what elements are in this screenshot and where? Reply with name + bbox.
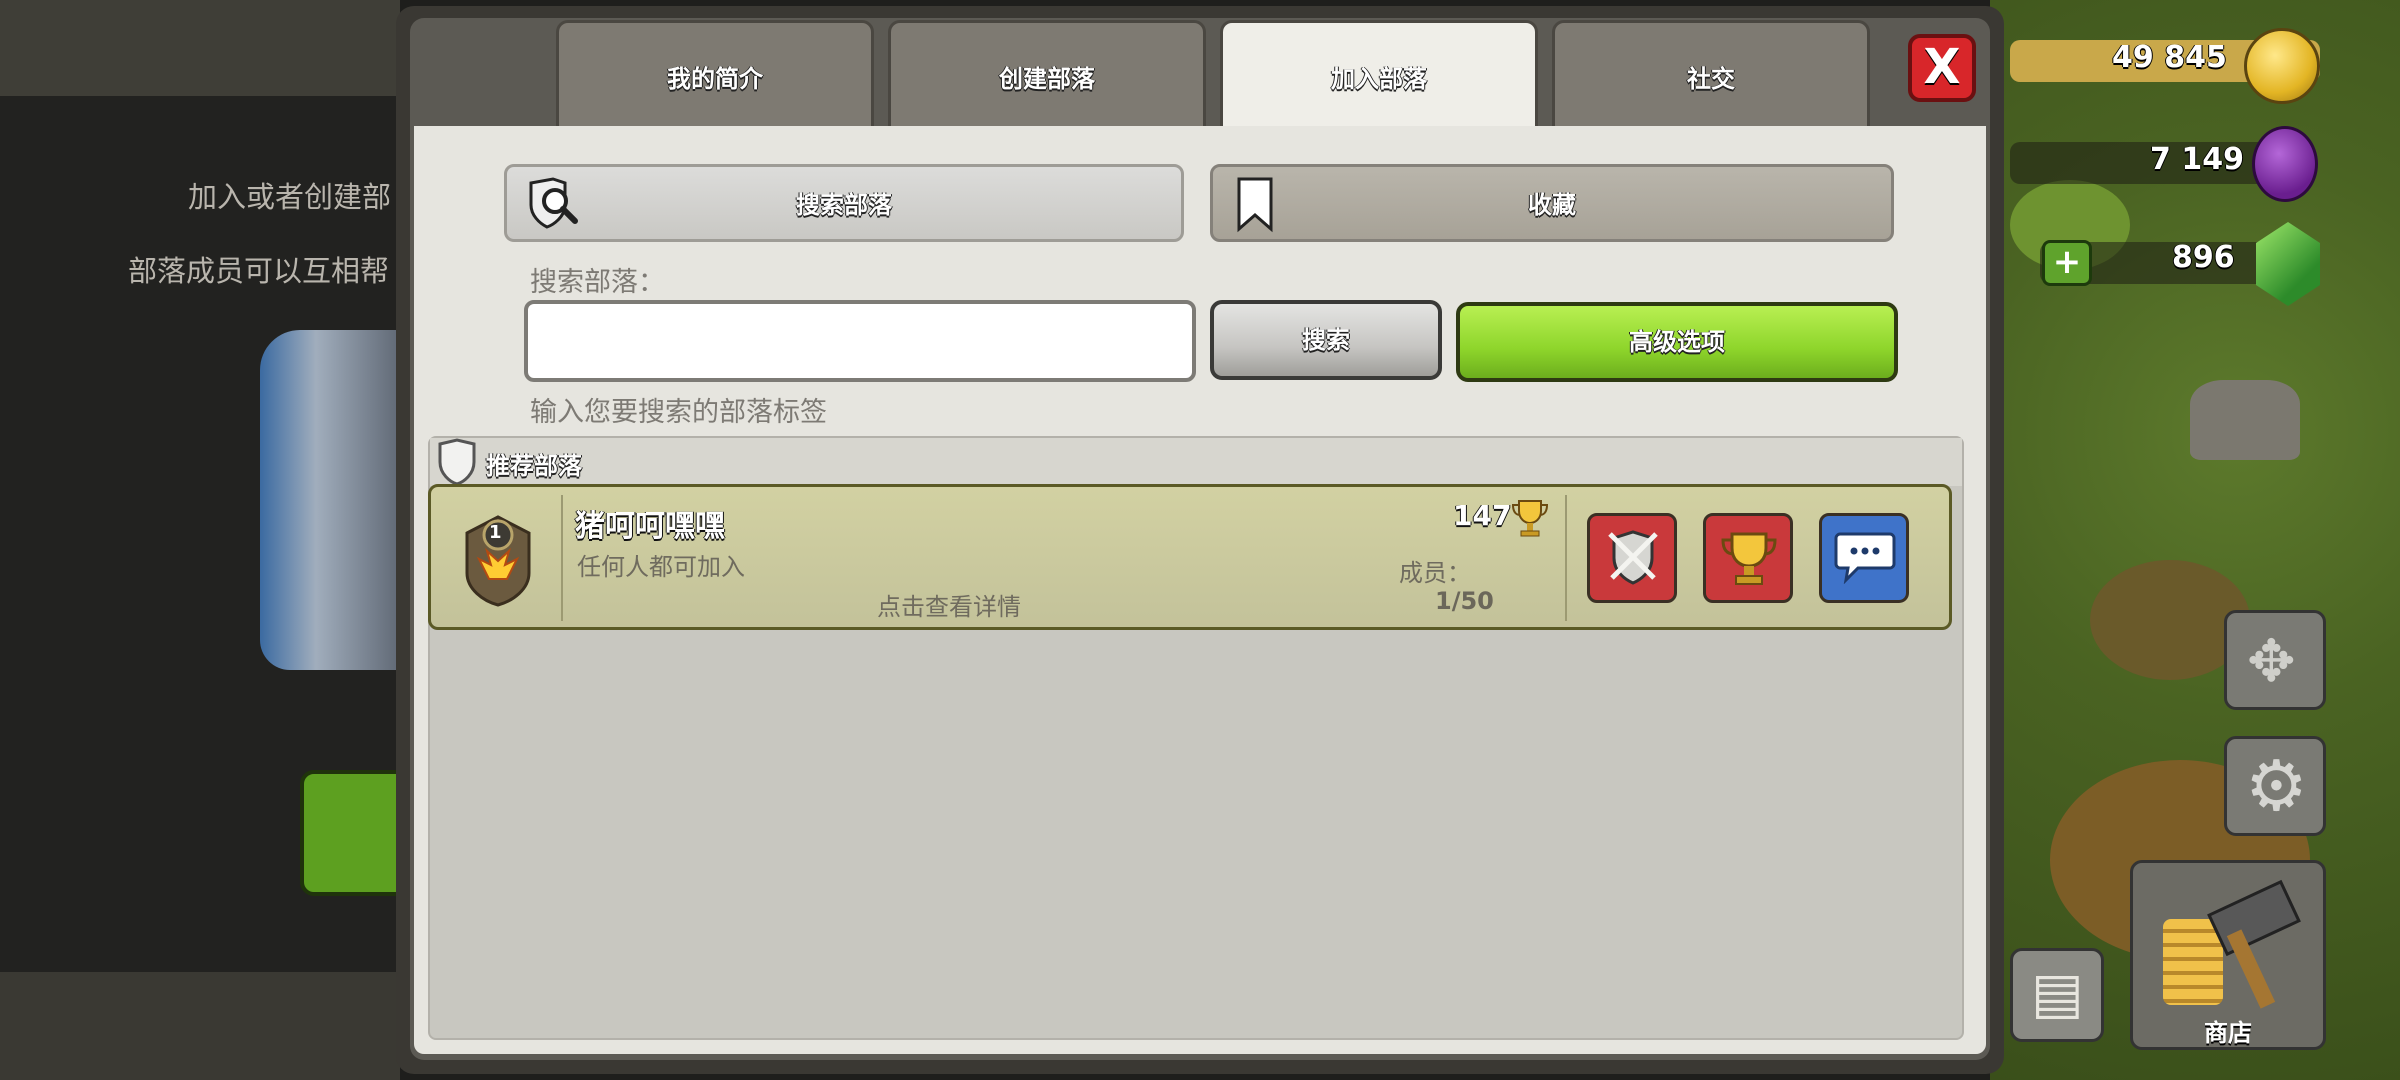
- favorites-label: 收藏: [1528, 191, 1576, 219]
- members-label: 成员：: [1399, 559, 1471, 587]
- tab-join-clan[interactable]: 加入部落: [1220, 20, 1538, 132]
- add-gems-button[interactable]: +: [2042, 240, 2092, 286]
- search-clan-label: 搜索部落: [796, 191, 892, 219]
- clan-name: 猪呵呵嘿嘿: [575, 509, 725, 544]
- hand-arrows-icon: ✥: [2247, 627, 2296, 695]
- clan-tag-input[interactable]: [524, 300, 1196, 382]
- swords-shield-icon: [1602, 526, 1664, 592]
- tab-social[interactable]: 社交: [1552, 20, 1870, 126]
- search-button[interactable]: 搜索: [1210, 300, 1442, 380]
- close-button[interactable]: X: [1908, 34, 1976, 102]
- background-panel: 加入或者创建部 部落成员可以互相帮: [0, 0, 410, 1080]
- clan-join-type: 任何人都可加入: [577, 553, 745, 581]
- search-clan-button[interactable]: 搜索部落: [504, 164, 1184, 242]
- shop-label: 商店: [2204, 1019, 2252, 1047]
- tab-my-profile[interactable]: 我的简介: [556, 20, 874, 126]
- chat-button[interactable]: [1819, 513, 1909, 603]
- advanced-options-button[interactable]: 高级选项: [1456, 302, 1898, 382]
- clan-castle-image: [260, 330, 400, 670]
- gems-amount: 896: [2172, 240, 2235, 275]
- members-count: 1/50: [1435, 587, 1494, 615]
- move-buildings-button[interactable]: ✥: [2224, 610, 2326, 710]
- league-button[interactable]: [1703, 513, 1793, 603]
- clan-badge-icon: 1: [459, 507, 537, 607]
- shop-button[interactable]: 商店: [2130, 860, 2326, 1050]
- gear-icon: ⚙: [2245, 745, 2308, 827]
- settings-button[interactable]: ⚙: [2224, 736, 2326, 836]
- clan-row[interactable]: 1 猪呵呵嘿嘿 任何人都可加入 点击查看详情 147 成员： 1/50: [428, 484, 1952, 630]
- trophy-icon: [1511, 497, 1549, 539]
- tab-create-clan[interactable]: 创建部落: [888, 20, 1206, 126]
- favorites-button[interactable]: 收藏: [1210, 164, 1894, 242]
- row-divider-right: [1565, 495, 1567, 621]
- clan-notes-button[interactable]: ▤: [2010, 948, 2104, 1042]
- clan-level: 1: [489, 522, 502, 543]
- hammer-coins-icon: [2163, 879, 2301, 1009]
- background-text-1: 加入或者创建部: [188, 180, 392, 214]
- chat-bubble-icon: [1834, 530, 1896, 588]
- search-field-label: 搜索部落：: [530, 267, 665, 298]
- background-green-button: [300, 770, 410, 896]
- background-text-2: 部落成员可以互相帮: [128, 254, 390, 288]
- gold-amount: 49 845: [2112, 40, 2227, 75]
- shield-icon: [436, 438, 478, 486]
- search-shield-icon: [525, 175, 581, 231]
- search-hint-text: 输入您要搜索的部落标签: [530, 397, 827, 428]
- elixir-drop-icon: [2252, 126, 2318, 202]
- bookmark-icon: [1235, 177, 1275, 233]
- recommended-header-label: 推荐部落: [486, 452, 582, 480]
- elixir-amount: 7 149: [2150, 142, 2244, 177]
- clan-trophies: 147: [1453, 499, 1512, 532]
- gold-coin-icon: [2244, 28, 2320, 104]
- row-divider: [561, 495, 563, 621]
- trophy-icon: [1720, 528, 1778, 592]
- papers-icon: ▤: [2031, 961, 2084, 1026]
- recommended-header: 推荐部落: [430, 438, 1962, 486]
- clan-details-hint: 点击查看详情: [877, 593, 1021, 621]
- war-button[interactable]: [1587, 513, 1677, 603]
